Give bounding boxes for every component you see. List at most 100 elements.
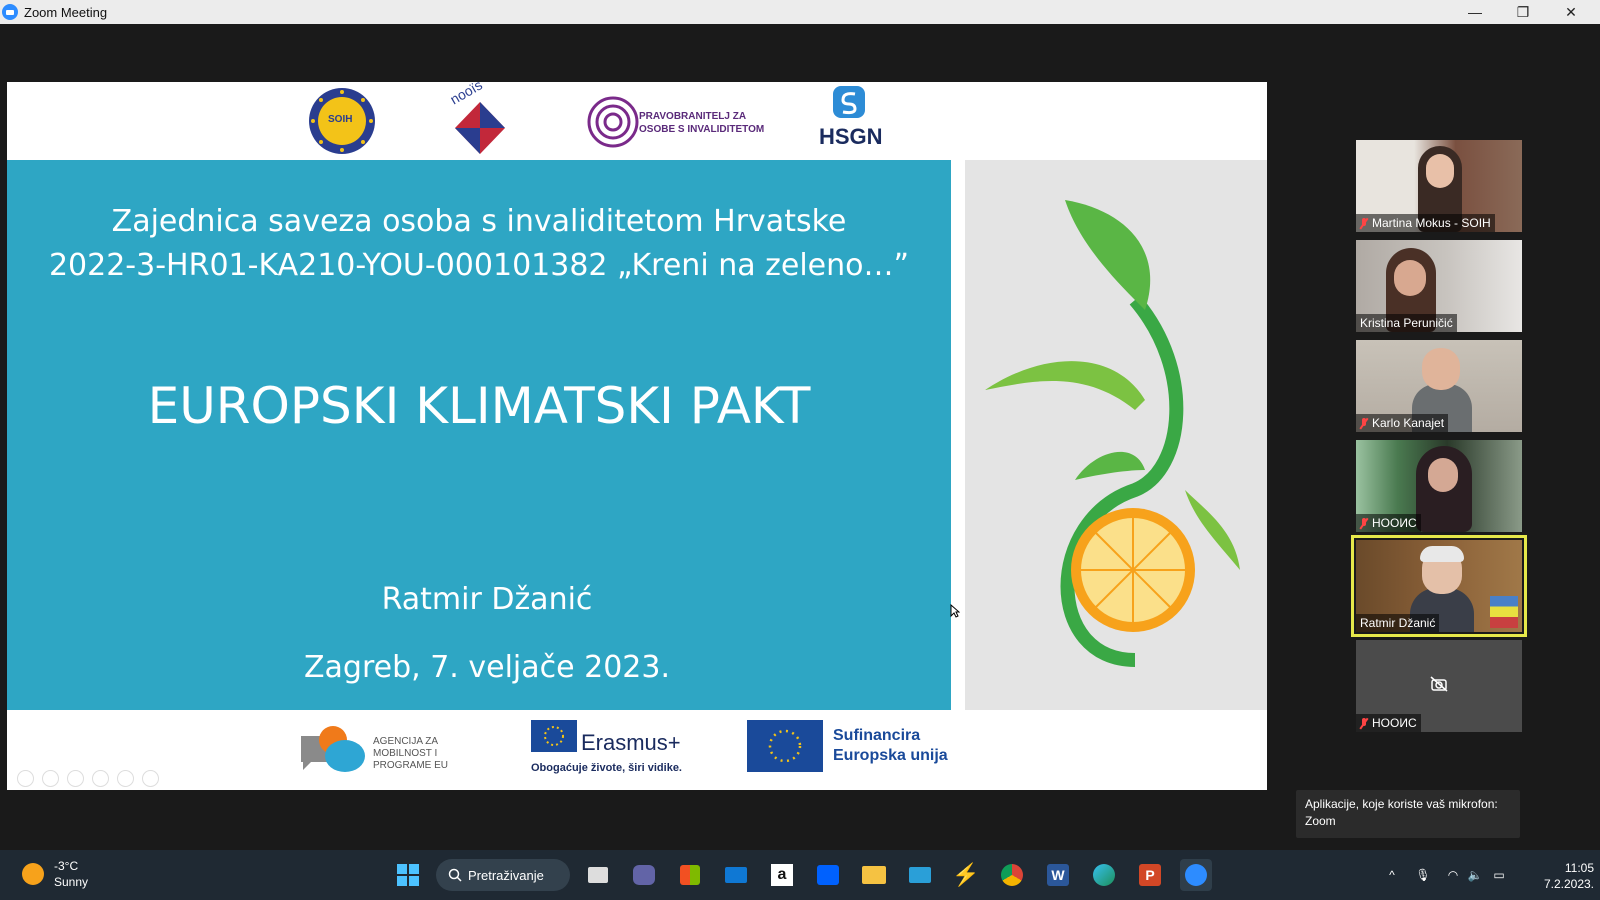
file-explorer-button[interactable] (858, 859, 890, 891)
agency-label-1: AGENCIJA ZA (373, 736, 439, 747)
taskbar-clock[interactable]: 11:05 7.2.2023. (1524, 860, 1594, 892)
mouse-cursor-icon (950, 604, 960, 618)
participant-name: НООИС (1372, 716, 1417, 730)
participant-tile-2[interactable]: Karlo Kanajet (1356, 340, 1522, 432)
participant-tile-4-active-speaker[interactable]: Ratmir Džanić (1351, 535, 1527, 637)
taskbar-search[interactable]: Pretraživanje (436, 859, 570, 891)
microphone-usage-tooltip: Aplikacije, koje koriste vaš mikrofon: Z… (1296, 790, 1520, 838)
green-sprout-orange-icon (985, 200, 1240, 667)
chrome-button[interactable] (996, 859, 1028, 891)
minimize-button[interactable]: — (1452, 0, 1498, 24)
wifi-icon[interactable]: ◠ (1442, 868, 1464, 882)
edge-button[interactable] (1088, 859, 1120, 891)
participant-name: Ratmir Džanić (1360, 616, 1436, 630)
mail-icon (725, 867, 747, 883)
participant-tile-5[interactable]: НООИС (1356, 640, 1522, 732)
face (1426, 154, 1454, 188)
eu-flag-small-icon (531, 720, 577, 752)
app-button-bolt[interactable]: ⚡ (950, 859, 982, 891)
monitor-icon (909, 867, 931, 883)
dropbox-button[interactable] (812, 859, 844, 891)
title-bar: Zoom Meeting — ❐ ✕ (0, 0, 1600, 24)
battery-icon[interactable]: ▭ (1486, 868, 1512, 882)
zoom-icon (1185, 864, 1207, 886)
chrome-icon (1001, 864, 1023, 886)
clock-date: 7.2.2023. (1543, 877, 1594, 891)
pen-icon[interactable] (67, 770, 84, 787)
participant-name-bar: НООИС (1356, 514, 1421, 532)
clock-time: 11:05 (1564, 861, 1594, 875)
prev-slide-icon[interactable] (17, 770, 34, 787)
start-button[interactable] (392, 859, 424, 891)
close-button[interactable]: ✕ (1548, 0, 1594, 24)
mail-button[interactable] (720, 859, 752, 891)
teams-chat-button[interactable] (628, 859, 660, 891)
slide-annotation-toolbar[interactable] (17, 770, 159, 787)
task-view-icon (588, 867, 608, 883)
agency-label-3: PROGRAME EU (373, 760, 449, 771)
slide-image-panel (965, 160, 1267, 710)
slide-organization: Zajednica saveza osoba s invaliditetom H… (7, 200, 951, 288)
microphone-icon[interactable]: 🎙 (1410, 868, 1436, 882)
participant-tile-1[interactable]: Kristina Peruničić (1356, 240, 1522, 332)
weather-widget[interactable]: -3°C Sunny (22, 858, 88, 890)
mic-muted-icon (1360, 517, 1368, 529)
amazon-button[interactable]: a (766, 859, 798, 891)
remote-desktop-button[interactable] (904, 859, 936, 891)
system-tray: ^ 🎙 ◠ 🔈 ▭ (1382, 850, 1512, 900)
face (1394, 260, 1426, 296)
mic-muted-icon (1360, 217, 1368, 229)
chat-icon (633, 865, 655, 885)
hair (1420, 546, 1464, 562)
pravobranitelj-label-1: PRAVOBRANITELJ ZA (639, 111, 747, 122)
participant-tile-3[interactable]: НООИС (1356, 440, 1522, 532)
windows-taskbar: -3°C Sunny Pretraživanje a ⚡ W P ^ 🎙 ◠ 🔈… (0, 850, 1600, 900)
zoom-icon[interactable] (117, 770, 134, 787)
edge-icon (1093, 864, 1115, 886)
slide-author: Ratmir Džanić (381, 582, 593, 617)
weather-condition: Sunny (54, 875, 89, 889)
hsgn-logo-icon (833, 86, 865, 118)
more-icon[interactable] (142, 770, 159, 787)
soih-logo-text: SOIH (328, 114, 353, 125)
copy-icon[interactable] (92, 770, 109, 787)
next-slide-icon[interactable] (42, 770, 59, 787)
slide-org-line1: Zajednica saveza osoba s invaliditetom H… (111, 204, 847, 239)
volume-icon[interactable]: 🔈 (1464, 868, 1486, 882)
agency-label-2: MOBILNOST I (373, 748, 438, 759)
eu-label-1: Sufinancira (833, 727, 921, 744)
tooltip-line1: Aplikacije, koje koriste vaš mikrofon: (1305, 797, 1498, 811)
participant-name: Kristina Peruničić (1360, 316, 1453, 330)
eu-flag-large-icon (747, 720, 823, 772)
windows-logo-icon (397, 864, 419, 886)
hsgn-logo-text: HSGN (819, 124, 883, 149)
zoom-taskbar-button[interactable] (1180, 859, 1212, 891)
show-hidden-icons-icon[interactable]: ^ (1382, 868, 1402, 882)
books (1490, 596, 1518, 628)
participant-name-bar: Karlo Kanajet (1356, 414, 1449, 432)
amazon-icon: a (771, 864, 793, 886)
slide-main-title: EUROPSKI KLIMATSKI PAKT (147, 377, 811, 435)
participant-name: Karlo Kanajet (1372, 416, 1445, 430)
word-icon: W (1047, 864, 1069, 886)
weather-temperature: -3°C (54, 859, 79, 873)
participant-name-bar: НООИС (1356, 714, 1421, 732)
folder-icon (862, 866, 886, 884)
powerpoint-button[interactable]: P (1134, 859, 1166, 891)
participant-name-bar: Ratmir Džanić (1356, 614, 1440, 632)
store-button[interactable] (674, 859, 706, 891)
task-view-button[interactable] (582, 859, 614, 891)
pravobranitelj-label-2: OSOBE S INVALIDITETOM (639, 124, 765, 135)
participant-tile-0[interactable]: Martina Mokus - SOIH (1356, 140, 1522, 232)
participant-name: Martina Mokus - SOIH (1372, 216, 1491, 230)
slide-org-line2: 2022-3-HR01-KA210-YOU-000101382 „Kreni n… (48, 248, 910, 283)
bolt-icon: ⚡ (952, 862, 980, 887)
erasmus-label: Erasmus+ (581, 730, 681, 755)
restore-button[interactable]: ❐ (1500, 0, 1546, 24)
word-button[interactable]: W (1042, 859, 1074, 891)
tooltip-line2: Zoom (1305, 814, 1336, 828)
shared-screen-slide: SOIH nooïs PRAVOBRANITELJ ZA OSOBE S INV… (7, 82, 1267, 790)
store-icon (680, 865, 700, 885)
face (1428, 458, 1458, 492)
eu-label-2: Europska unija (833, 747, 948, 764)
